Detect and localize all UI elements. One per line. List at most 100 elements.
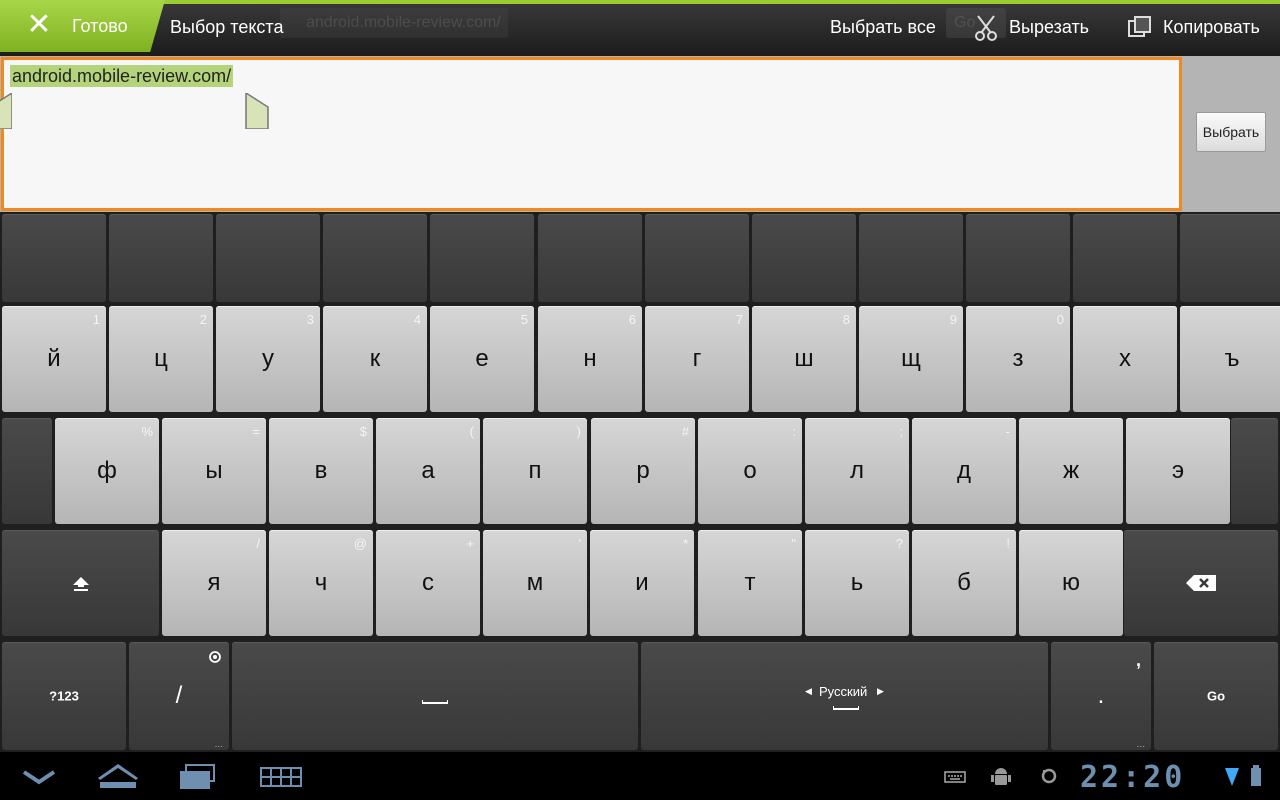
key-hint: ( — [469, 424, 474, 439]
key-т[interactable]: т " — [698, 530, 802, 636]
key-э[interactable]: э — [1126, 418, 1230, 524]
key-й[interactable]: й1 — [2, 306, 106, 412]
key-hint: 3 — [306, 312, 314, 327]
suggestion-cell — [859, 214, 963, 302]
battery-icon — [1251, 765, 1261, 786]
cut-label: Вырезать — [1009, 17, 1090, 37]
shift-key[interactable] — [2, 530, 159, 636]
key-щ[interactable]: щ9 — [859, 306, 963, 412]
url-text-field[interactable]: android.mobile-review.com/ — [0, 57, 1182, 211]
key-б[interactable]: б! — [912, 530, 1016, 636]
home-icon[interactable] — [96, 752, 140, 800]
selection-handle-left-icon[interactable] — [0, 93, 12, 129]
backspace-key[interactable] — [1124, 530, 1278, 636]
key-г[interactable]: г7 — [645, 306, 749, 412]
key-ы[interactable]: ы = — [162, 418, 266, 524]
key-hint: ) — [576, 424, 581, 439]
key-ь[interactable]: ь? — [805, 530, 909, 636]
key-label: з — [1012, 345, 1024, 372]
key-label: о — [743, 457, 757, 484]
key-у[interactable]: у3 — [216, 306, 320, 412]
key-hint: : — [792, 424, 796, 439]
slash-label: / — [175, 682, 183, 709]
suggestion-cell — [752, 214, 856, 302]
key-ш[interactable]: ш8 — [752, 306, 856, 412]
key-р[interactable]: р # — [591, 418, 695, 524]
suggestion-cell — [430, 214, 534, 302]
url-edit-area: android.mobile-review.com/ Выбрать — [0, 56, 1280, 212]
select-all-button[interactable]: Выбрать все — [830, 17, 936, 38]
key-я[interactable]: я / — [162, 530, 266, 636]
language-next-icon: ▶ — [877, 686, 884, 696]
sync-icon — [1041, 768, 1057, 784]
key-hint: % — [141, 424, 153, 439]
key-к[interactable]: к4 — [323, 306, 427, 412]
done-button[interactable]: ✕ Готово — [0, 0, 165, 52]
copy-icon — [1128, 16, 1151, 37]
key-hint: " — [791, 536, 796, 551]
back-chevron-icon[interactable] — [20, 752, 58, 800]
space-key-left[interactable] — [232, 642, 638, 750]
period-key[interactable]: . , ... — [1051, 642, 1151, 750]
key-hint: # — [681, 424, 689, 439]
suggestion-cell — [1073, 214, 1177, 302]
key-и[interactable]: и * — [590, 530, 694, 636]
key-hint: + — [466, 536, 474, 551]
key-label: э — [1171, 457, 1185, 484]
suggestion-cell — [538, 214, 642, 302]
suggestion-cell — [1180, 214, 1280, 302]
key-е[interactable]: е5 — [430, 306, 534, 412]
suggestion-cell — [966, 214, 1070, 302]
symbols-key[interactable]: ?123 — [2, 642, 126, 750]
key-ъ[interactable]: ъ — [1180, 306, 1280, 412]
key-з[interactable]: з0 — [966, 306, 1070, 412]
close-icon: ✕ — [26, 7, 52, 42]
scissors-icon — [975, 15, 997, 41]
key-ф[interactable]: ф% — [55, 418, 159, 524]
key-а[interactable]: а( — [376, 418, 480, 524]
key-с[interactable]: с + — [376, 530, 480, 636]
key-н[interactable]: н6 — [538, 306, 642, 412]
key-label: л — [849, 457, 864, 484]
keyboard-grid-icon[interactable] — [260, 752, 302, 800]
key-label: г — [692, 345, 702, 372]
space-bar-glyph — [833, 706, 859, 710]
key-label: ш — [794, 345, 814, 372]
cut-button[interactable]: Вырезать — [970, 0, 1100, 56]
key-в[interactable]: в $ — [269, 418, 373, 524]
recent-apps-icon[interactable] — [178, 752, 218, 800]
key-hint: 2 — [199, 312, 207, 327]
key-ю[interactable]: ю — [1019, 530, 1123, 636]
go-key[interactable]: Go — [1154, 642, 1278, 750]
done-label: Готово — [72, 16, 128, 36]
selection-handle-right-icon[interactable] — [245, 93, 269, 129]
key-ч[interactable]: ч @ — [269, 530, 373, 636]
key-hint: ; — [899, 424, 903, 439]
space-key-language[interactable]: ◀ Русский ▶ — [641, 642, 1048, 750]
copy-button[interactable]: Копировать — [1124, 0, 1280, 56]
language-prev-icon: ◀ — [805, 686, 812, 696]
slash-key[interactable]: / ... — [129, 642, 229, 750]
space-bar-glyph — [422, 700, 448, 704]
select-button[interactable]: Выбрать — [1196, 112, 1266, 152]
row2-right-spacer — [1231, 418, 1278, 524]
key-ж[interactable]: ж — [1019, 418, 1123, 524]
key-п[interactable]: п) — [483, 418, 587, 524]
key-hint: ' — [578, 536, 581, 551]
key-м[interactable]: м ' — [483, 530, 587, 636]
key-ц[interactable]: ц2 — [109, 306, 213, 412]
key-hint: @ — [353, 536, 367, 551]
key-hint: 9 — [949, 312, 957, 327]
key-л[interactable]: л; — [805, 418, 909, 524]
key-label: я — [207, 569, 221, 596]
key-х[interactable]: х — [1073, 306, 1177, 412]
key-label: к — [369, 345, 381, 372]
on-screen-keyboard: ?123 / ... ◀ Русский ▶ . , ... Go й1ц2у3… — [0, 212, 1280, 752]
key-label: п — [528, 457, 542, 484]
key-о[interactable]: о: — [698, 418, 802, 524]
key-label: б — [957, 569, 971, 596]
key-label: с — [422, 569, 434, 596]
key-д[interactable]: д- — [912, 418, 1016, 524]
selected-text[interactable]: android.mobile-review.com/ — [10, 65, 234, 87]
comma-hint: , — [1135, 650, 1141, 670]
